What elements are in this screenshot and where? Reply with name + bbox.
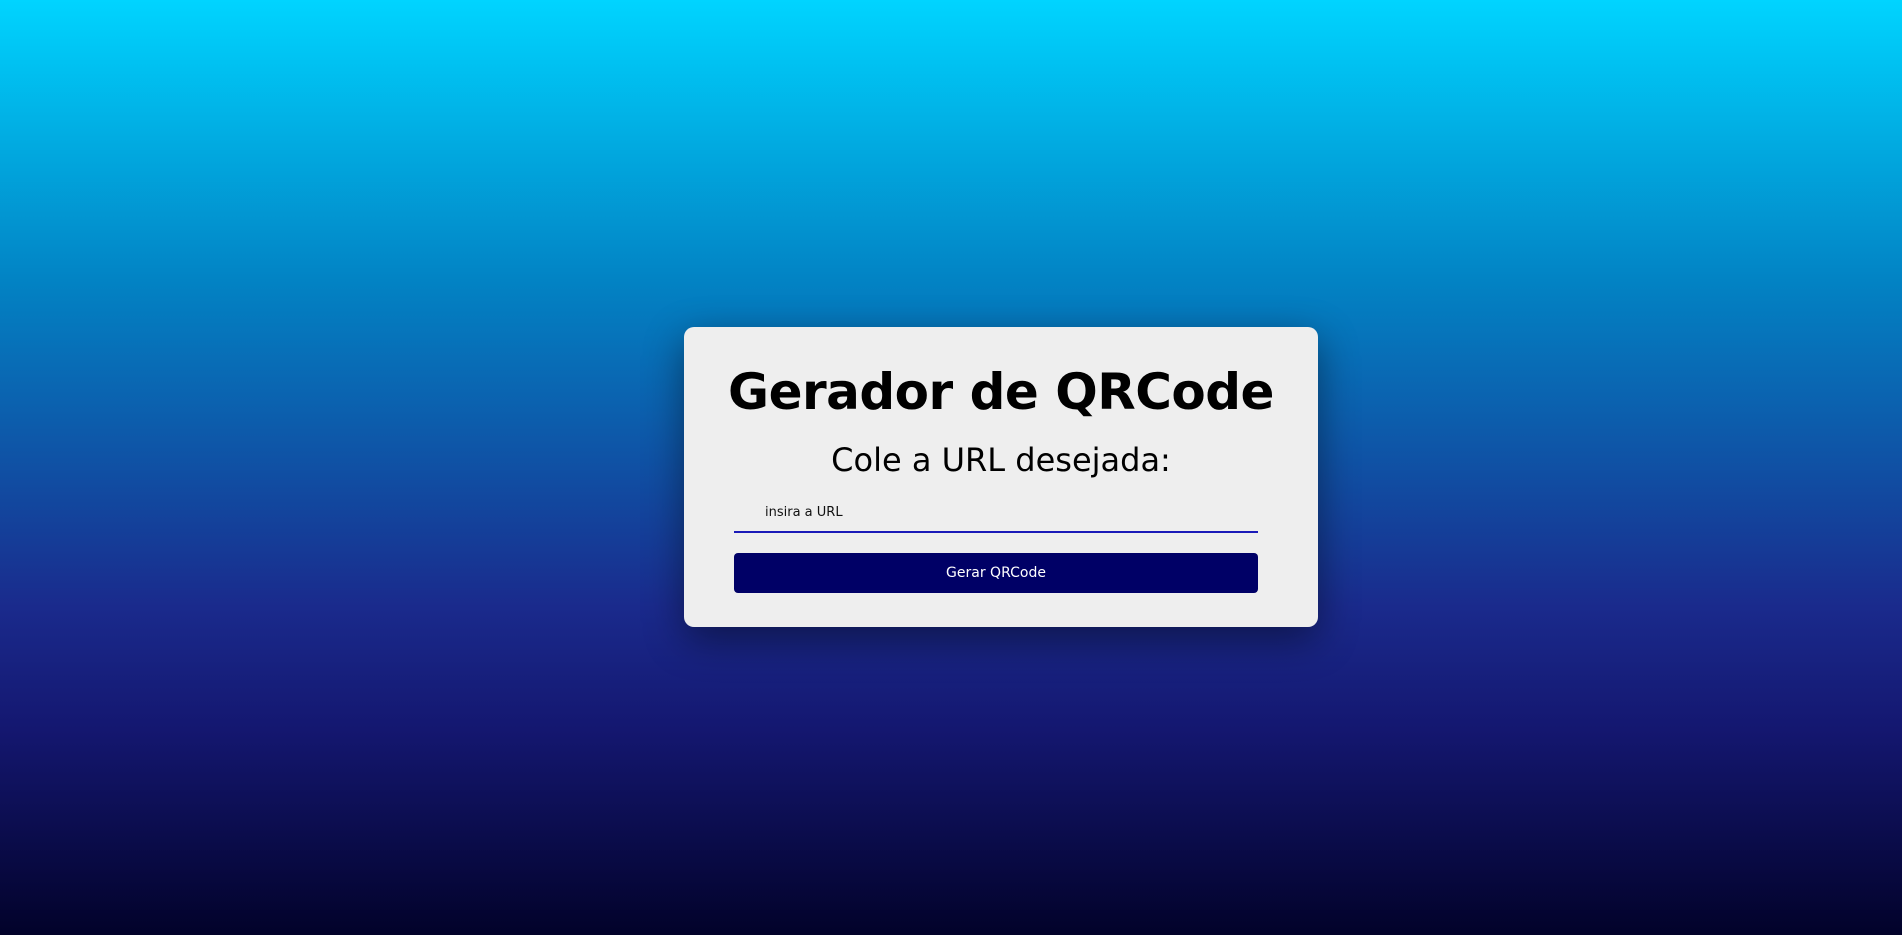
qrcode-card: Gerador de QRCode Cole a URL desejada: G… (684, 327, 1318, 627)
url-input[interactable] (734, 493, 1258, 533)
page-title: Gerador de QRCode (728, 363, 1274, 421)
url-prompt-label: Cole a URL desejada: (831, 441, 1171, 479)
generate-qrcode-button[interactable]: Gerar QRCode (734, 553, 1258, 593)
